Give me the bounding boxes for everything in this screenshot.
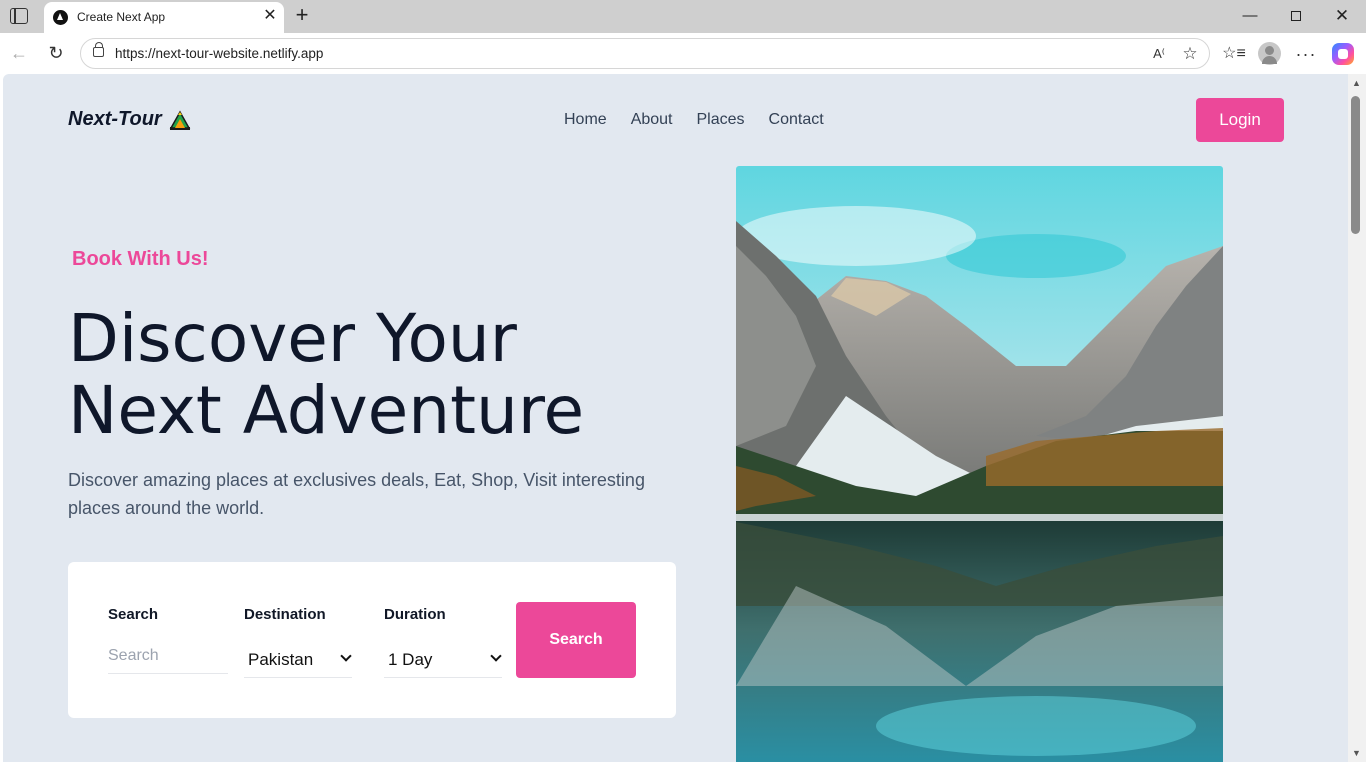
- chevron-down-icon: [340, 650, 352, 662]
- tab-title: Create Next App: [77, 10, 166, 24]
- destination-value: Pakistan: [248, 650, 314, 669]
- scroll-down-icon[interactable]: ▼: [1352, 748, 1361, 758]
- reload-icon[interactable]: ↻: [44, 41, 68, 65]
- favorites-icon[interactable]: ☆≡: [1222, 42, 1246, 66]
- window-close-icon[interactable]: ✕: [1330, 5, 1354, 27]
- headline-line-2: Next Adventure: [68, 372, 585, 449]
- browser-tab[interactable]: Create Next App ✕: [44, 2, 284, 33]
- mountain-logo-icon: [169, 110, 191, 130]
- star-icon[interactable]: ☆: [1179, 43, 1201, 65]
- page-viewport: Next-Tour Home About Places Contact Logi…: [3, 74, 1348, 762]
- profile-icon[interactable]: [1258, 42, 1281, 65]
- page-scrollbar[interactable]: ▲ ▼: [1348, 74, 1366, 762]
- site-logo[interactable]: Next-Tour: [68, 108, 162, 131]
- search-card: Search Destination Pakistan Duration 1 D…: [68, 562, 676, 718]
- scroll-up-icon[interactable]: ▲: [1352, 78, 1361, 88]
- favicon-icon: [53, 10, 68, 25]
- back-arrow-icon[interactable]: ←: [7, 41, 31, 65]
- destination-label: Destination: [244, 606, 326, 623]
- chevron-down-icon: [490, 650, 502, 662]
- minimize-icon[interactable]: —: [1238, 5, 1262, 27]
- plus-icon[interactable]: +: [291, 3, 313, 27]
- main-nav: Home About Places Contact: [564, 111, 848, 129]
- duration-value: 1 Day: [388, 650, 433, 669]
- nav-about[interactable]: About: [631, 111, 673, 129]
- window-bottom-edge: [0, 762, 1366, 768]
- nav-home[interactable]: Home: [564, 111, 607, 129]
- hero-subtext: Discover amazing places at exclusives de…: [68, 470, 645, 518]
- login-button[interactable]: Login: [1196, 98, 1284, 142]
- maximize-icon[interactable]: [1284, 5, 1308, 27]
- duration-select[interactable]: 1 Day: [384, 642, 502, 678]
- nav-contact[interactable]: Contact: [769, 111, 824, 129]
- close-icon[interactable]: ✕: [261, 6, 279, 26]
- url-text[interactable]: https://next-tour-website.netlify.app: [115, 46, 323, 61]
- hero-headline: Discover Your Next Adventure: [68, 303, 708, 447]
- nav-places[interactable]: Places: [697, 111, 745, 129]
- hero-tagline: Book With Us!: [72, 248, 209, 270]
- more-icon[interactable]: ···: [1294, 42, 1318, 66]
- scroll-thumb[interactable]: [1351, 96, 1360, 234]
- search-input[interactable]: [108, 638, 228, 674]
- destination-select[interactable]: Pakistan: [244, 642, 352, 678]
- hero-image: [736, 166, 1223, 762]
- duration-label: Duration: [384, 606, 446, 623]
- browser-tab-bar: Create Next App ✕ + — ✕: [0, 0, 1366, 33]
- copilot-icon[interactable]: [1332, 43, 1354, 65]
- browser-toolbar: ← ↻ https://next-tour-website.netlify.ap…: [0, 33, 1366, 74]
- search-button[interactable]: Search: [516, 602, 636, 678]
- read-aloud-icon[interactable]: A⁽: [1148, 43, 1170, 65]
- search-label: Search: [108, 606, 159, 623]
- headline-line-1: Discover Your: [68, 300, 517, 377]
- lock-icon[interactable]: [93, 42, 104, 57]
- address-bar[interactable]: https://next-tour-website.netlify.app A⁽…: [80, 38, 1210, 69]
- tab-strip-icon[interactable]: [10, 8, 28, 24]
